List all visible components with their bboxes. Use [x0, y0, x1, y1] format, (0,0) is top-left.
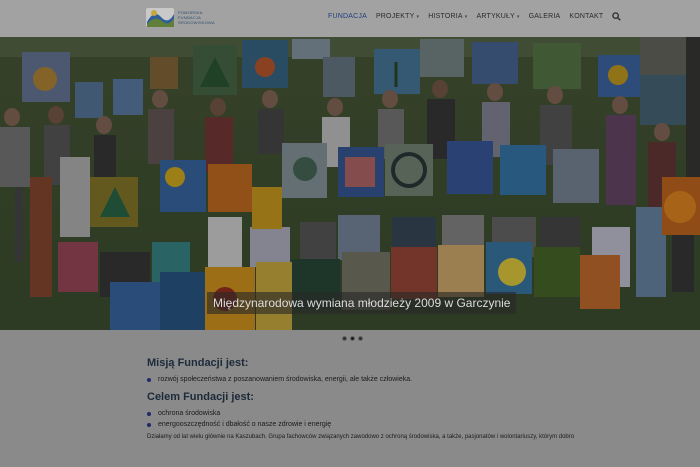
goal-item: ochrona środowiska — [158, 410, 221, 417]
main-nav: FUNDACJA PROJEKTY ▾ HISTORIA ▾ ARTYKUŁY ▾ G… — [328, 12, 622, 21]
bullet-icon — [147, 422, 151, 427]
goal-heading: Celem Fundacji jest: — [147, 391, 254, 403]
chevron-down-icon: ▾ — [516, 14, 520, 20]
mission-heading: Misją Fundacji jest: — [147, 357, 249, 369]
site-logo[interactable]: Pomorska Fundacja Środowiskowa — [145, 5, 215, 29]
slider-dot-3[interactable] — [358, 336, 363, 341]
main-content: Misją Fundacji jest: rozwój społeczeństw… — [147, 357, 575, 440]
search-icon[interactable] — [612, 12, 622, 21]
slider-pagination — [342, 336, 363, 341]
hero-slider[interactable] — [0, 37, 700, 330]
nav-label: GALERIA — [528, 13, 561, 20]
bullet-icon — [147, 377, 151, 382]
nav-label: ARTYKUŁY — [476, 13, 515, 20]
mission-item: rozwój społeczeństwa z poszanowaniem śro… — [158, 376, 413, 383]
intro-paragraph: Działamy od lat wielu głównie na Kaszuba… — [147, 434, 575, 440]
site-header: Pomorska Fundacja Środowiskowa FUNDACJA … — [0, 0, 700, 37]
nav-label: PROJEKTY — [375, 13, 415, 20]
nav-label: KONTAKT — [569, 13, 604, 20]
bullet-icon — [147, 411, 151, 416]
chevron-down-icon: ▾ — [416, 14, 420, 20]
slider-caption: Międzynarodowa wymiana młodzieży 2009 w … — [207, 292, 517, 314]
nav-item-kontakt[interactable]: KONTAKT — [569, 13, 603, 20]
nav-item-fundacja[interactable]: FUNDACJA — [328, 13, 367, 20]
group-photo — [0, 37, 700, 330]
nav-item-historia[interactable]: HISTORIA ▾ — [428, 13, 467, 20]
list-item: energooszczędność i dbałość o nasze zdro… — [147, 421, 567, 428]
chevron-down-icon: ▾ — [464, 14, 468, 20]
list-item: ochrona środowiska — [147, 410, 567, 417]
logo-line-3: Środowiskowa — [178, 19, 215, 25]
list-item: rozwój społeczeństwa z poszanowaniem śro… — [147, 376, 567, 383]
slider-dot-1[interactable] — [342, 336, 347, 341]
wave-logo-icon — [146, 8, 174, 27]
slider-dot-2[interactable] — [350, 336, 355, 341]
nav-item-galeria[interactable]: GALERIA — [529, 13, 561, 20]
nav-item-artykuly[interactable]: ARTYKUŁY ▾ — [476, 13, 519, 20]
nav-label: FUNDACJA — [328, 13, 367, 20]
nav-item-projekty[interactable]: PROJEKTY ▾ — [376, 13, 419, 20]
goal-item: energooszczędność i dbałość o nasze zdro… — [158, 421, 332, 428]
nav-label: HISTORIA — [428, 13, 463, 20]
logo-text: Pomorska Fundacja Środowiskowa — [178, 10, 215, 25]
